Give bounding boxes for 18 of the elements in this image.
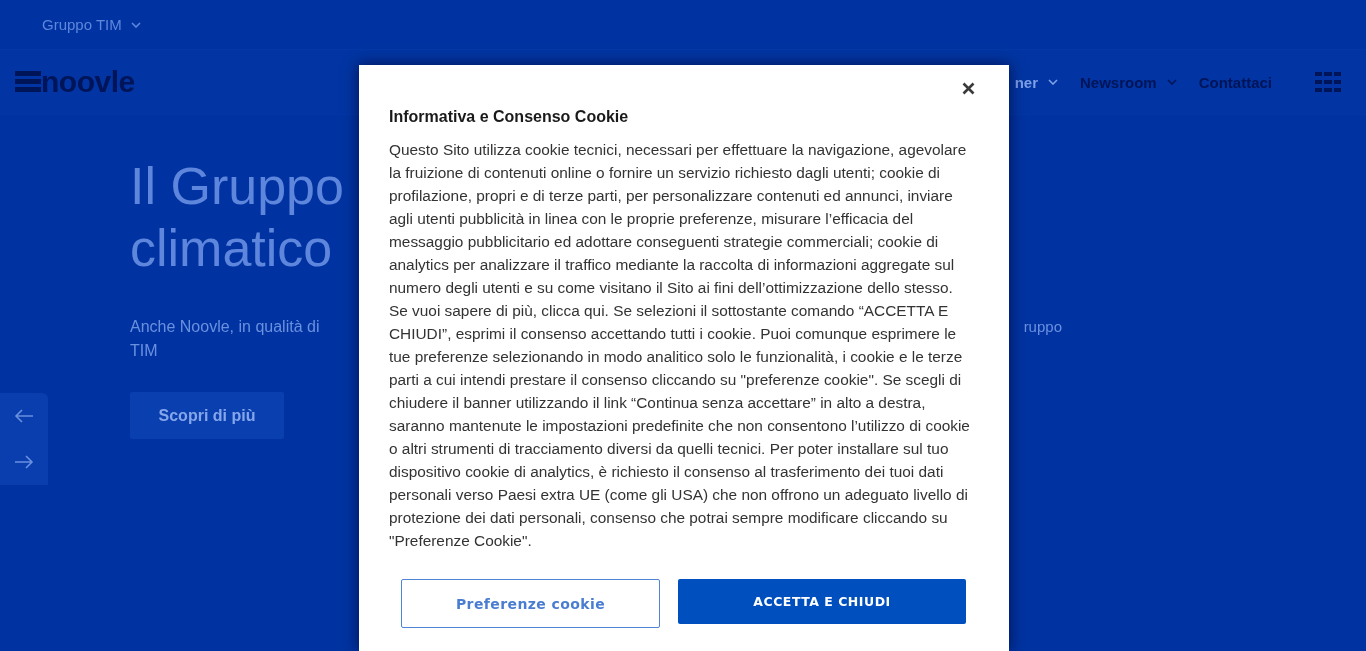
discover-button[interactable]: Scopri di più [130,392,284,439]
dialog-title: Informativa e Consenso Cookie [389,107,630,127]
hero-subtitle: ruppo [1023,317,1062,337]
hero-title: climatico [130,218,333,279]
arrow-right-icon[interactable] [14,455,34,469]
hero-title: Il Gruppo [130,156,344,217]
accept-button[interactable]: ACCETTA E CHIUDI [678,579,966,624]
arrow-left-icon[interactable] [14,409,34,423]
consent-text: Questo Sito utilizza cookie tecnici, necessari per effettuare la navigazione, agevolare la fruizione di contenuti online o fornire un servizio richiesto dagli utenti; cookie di profilazione, propri e di terze parti, per personalizzare contenuti ed annunci, inviare agli utenti pubblicità in linea con le proprie preferenze, misurare l’efficacia del messaggio pubblicitario ed adottare conseguenti strategie commerciali; cookie di analytics per analizzare il traffico mediante la raccolta di informazioni aggregate sul numero degli utenti e su come visitano il Sito ai fini dell’ottimizzazione dello stesso. Se vuoi sapere di più, clicca qui. Se selezioni il sottostante comando “ACCETTA E CHIUDI”, esprimi il consenso accettando tutti i cookie. Puoi comunque esprimere le tue preferenze selezionando in modo analitico solo le funzionalità, i cookie e le terze parti a cui intendi prestare il consenso cliccando su "preferenze cookie". Se scegli di chiudere il banner utilizzando il link “Continua senza accettare” in alto a destra, saranno mantenute le impostazioni predefinite che non consentono l’utilizzo di cookie o altri strumenti di tracciamento diversi da quelli tecnici. Per poter installare sul tuo dispositivo cookie di analytics, è richiesto il consenso al trasferimento dei tuoi dati personali verso Paesi extra UE (come gli USA) che non offrono un adeguato livello di protezione dei dati personali, consenso che potrai sempre modificare cliccando su "Preferenze Cookie". [389,140,971,551]
group-menu-button[interactable]: Gruppo TIM [42,16,141,33]
close-button[interactable] [962,82,975,95]
close-icon [962,82,975,95]
stripes-logo-icon [15,71,41,93]
preferences-button[interactable]: Preferenze cookie [401,579,660,628]
nav-link[interactable]: ner [1014,73,1058,91]
hero-subtitle: TIM [130,341,158,361]
hero-subtitle: Anche Noovle, in qualità di [130,317,320,337]
grid-icon[interactable] [1315,72,1341,92]
